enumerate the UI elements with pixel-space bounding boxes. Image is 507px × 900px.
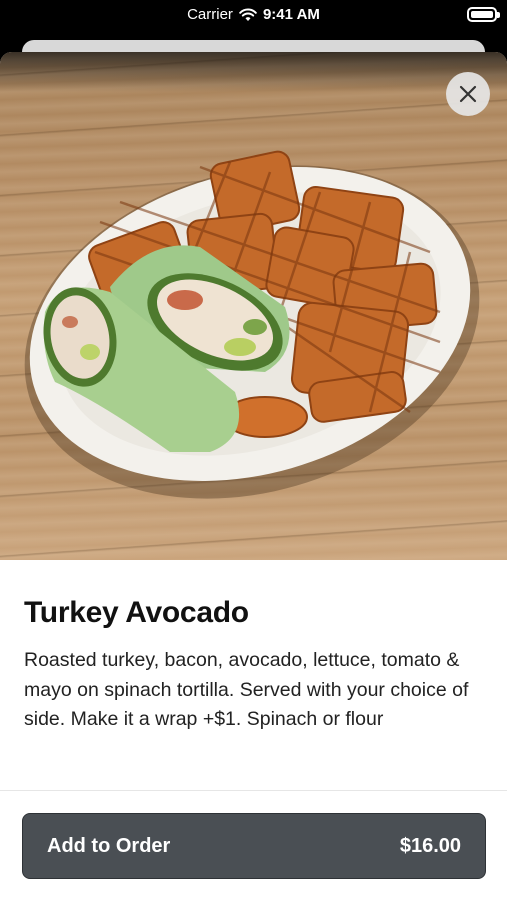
carrier-label: Carrier (187, 6, 233, 23)
price-label: $16.00 (399, 834, 461, 857)
add-to-order-button[interactable]: Add to Order $16.00 (22, 813, 486, 879)
item-detail-modal: Turkey Avocado Roasted turkey, bacon, av… (0, 52, 507, 900)
status-bar: Carrier 9:41 AM (0, 0, 507, 30)
item-photo (0, 52, 507, 560)
battery-icon (467, 7, 500, 22)
add-to-order-label: Add to Order (47, 834, 171, 857)
clock: 9:41 AM (262, 6, 320, 23)
item-title: Turkey Avocado (24, 596, 249, 629)
wifi-icon (239, 8, 257, 22)
food-photo-icon (24, 150, 480, 499)
item-details: Turkey Avocado Roasted turkey, bacon, av… (0, 560, 507, 735)
divider (0, 790, 507, 791)
photo-top-shadow (0, 52, 507, 92)
status-center: Carrier 9:41 AM (0, 6, 507, 23)
close-icon (459, 85, 477, 103)
close-button[interactable] (446, 72, 490, 116)
item-description: Roasted turkey, bacon, avocado, lettuce,… (24, 649, 469, 730)
